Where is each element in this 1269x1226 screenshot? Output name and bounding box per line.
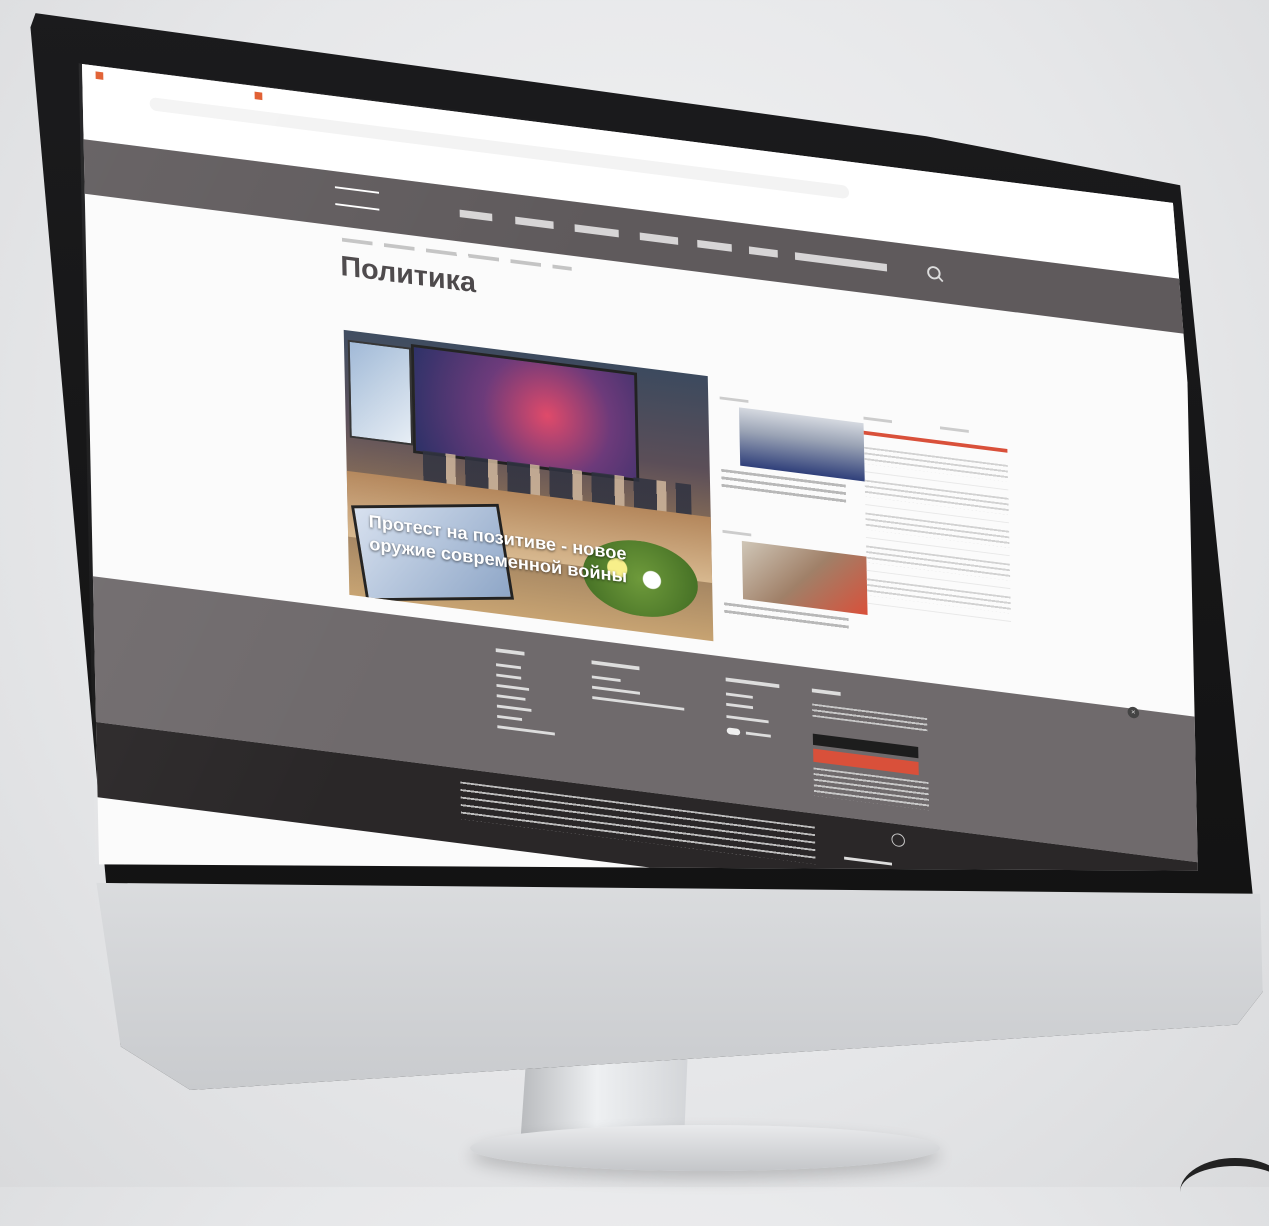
feedback-link[interactable] [844,856,893,866]
footer-link[interactable] [726,715,780,725]
story-thumbnail [738,407,865,482]
nav-item-5[interactable] [697,239,732,252]
theme-toggle[interactable] [726,727,741,736]
favicon-icon [95,71,104,80]
footer-col-heading [725,677,780,689]
footer-link[interactable] [497,714,555,725]
footer-link[interactable] [496,704,555,715]
footer-link[interactable] [725,692,780,703]
footer-col-social [725,677,781,749]
footer-link[interactable] [496,663,554,673]
nav-item-7[interactable] [794,252,888,272]
close-icon[interactable]: × [1127,706,1140,719]
footer-link[interactable] [496,673,554,684]
nav-item-6[interactable] [748,246,778,258]
stand-base [470,1125,940,1171]
nav-item-1[interactable] [459,209,493,222]
nav-item-4[interactable] [639,232,679,245]
nav-item-3[interactable] [574,224,619,238]
footer-col-subscribe [811,688,930,811]
footer-link[interactable] [496,683,554,694]
favicon-icon [254,91,263,101]
hero-article[interactable]: Протест на позитиве - новое оружие совре… [343,329,714,642]
footer-toggle-row [726,727,781,741]
sidebar-news [863,416,1012,622]
story-thumbnail [741,540,868,615]
subscribe-hint [812,703,928,732]
footer-col-heading [495,648,554,659]
image-screen-left [347,339,414,446]
story-card-2[interactable] [722,529,868,634]
footer-link[interactable] [496,694,555,704]
footer-link[interactable] [497,725,555,736]
search-icon[interactable] [927,265,941,281]
nav-item-2[interactable] [515,216,554,230]
site-logo[interactable] [334,186,380,211]
browser-tab-1[interactable] [95,71,108,88]
page-title: Политика [340,250,477,299]
footer-col-heading [811,688,927,706]
browser-tab-2[interactable] [254,91,267,109]
footer-col-about [591,660,685,718]
age-rating-badge [891,832,906,848]
story-card-1[interactable] [719,396,866,507]
hero-image [344,330,713,624]
footer-col-heading [591,660,684,675]
footer-link[interactable] [726,702,780,713]
cable [1180,1158,1269,1226]
footer-col-sections [495,648,555,743]
